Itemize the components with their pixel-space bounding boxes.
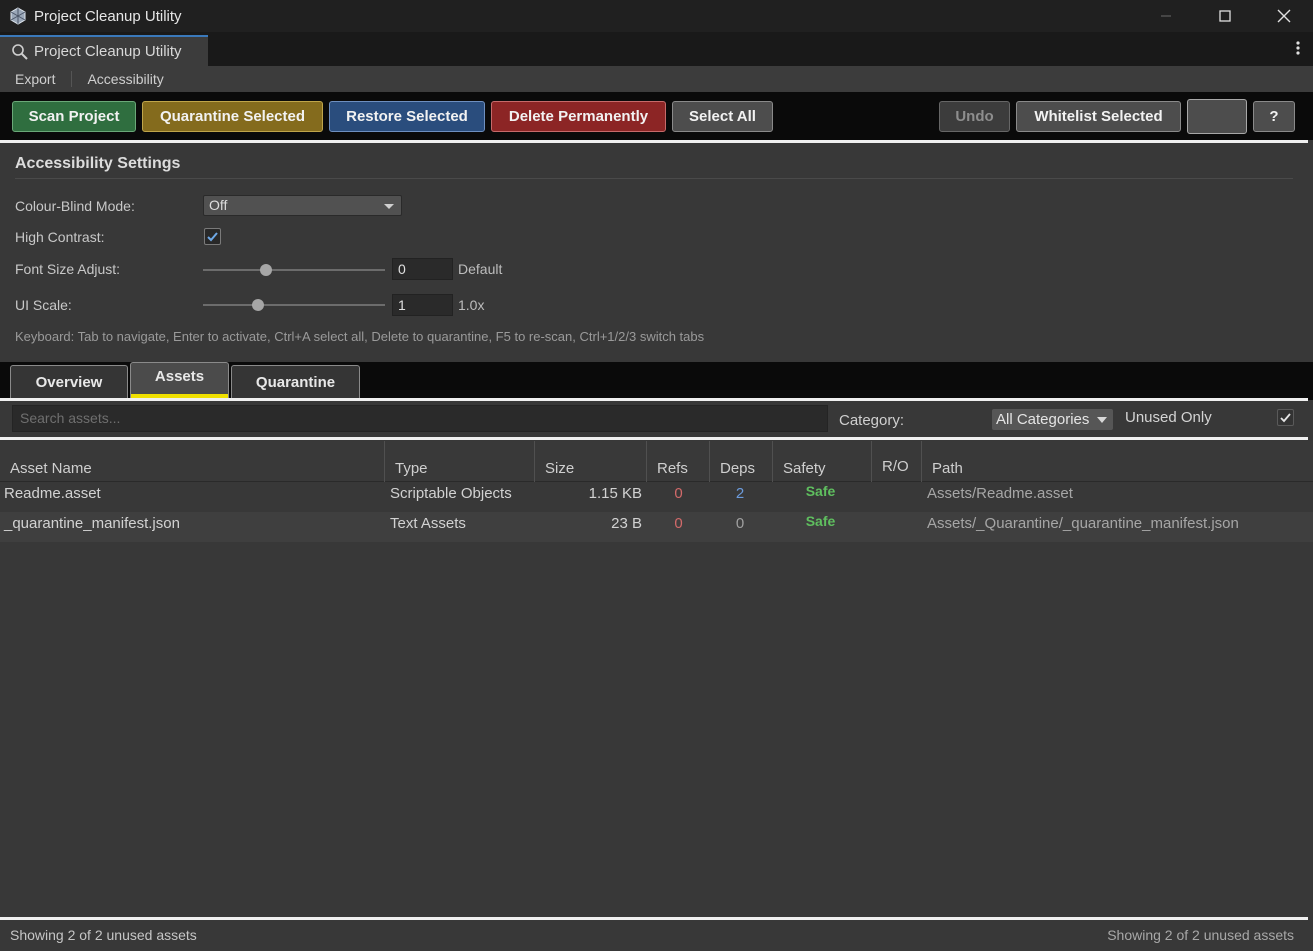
ui-scale-slider-thumb[interactable]: [252, 299, 264, 311]
table-row[interactable]: Readme.asset Scriptable Objects 1.15 KB …: [0, 482, 1313, 512]
checkmark-icon: [207, 232, 218, 242]
editor-tabstrip: Project Cleanup Utility: [0, 32, 1313, 66]
status-bar: Showing 2 of 2 unused assets Showing 2 o…: [0, 921, 1313, 951]
status-left: Showing 2 of 2 unused assets: [10, 927, 197, 943]
category-dropdown[interactable]: All Categories: [992, 409, 1113, 430]
column-asset-name[interactable]: Asset Name: [0, 441, 385, 482]
whitelist-selected-button[interactable]: Whitelist Selected: [1016, 101, 1181, 132]
status-right: Showing 2 of 2 unused assets: [1107, 927, 1294, 943]
cell-size: 1.15 KB: [588, 485, 642, 502]
column-path[interactable]: Path: [922, 441, 1313, 482]
cell-safety: Safe: [805, 483, 836, 499]
divider: [0, 437, 1308, 440]
select-all-button[interactable]: Select All: [672, 101, 773, 132]
more-options-icon[interactable]: [1296, 41, 1300, 58]
editor-tab[interactable]: Project Cleanup Utility: [0, 35, 208, 66]
asset-table-header: Asset Name Type Size Refs Deps Safety R/…: [0, 441, 1313, 482]
chevron-down-icon: [384, 204, 394, 209]
scan-project-button[interactable]: Scan Project: [12, 101, 136, 132]
divider: [0, 398, 1308, 401]
minimize-icon: [1160, 15, 1171, 17]
column-type[interactable]: Type: [385, 441, 535, 482]
colour-blind-value: Off: [209, 197, 228, 213]
cell-type: Scriptable Objects: [390, 485, 512, 502]
column-size[interactable]: Size: [535, 441, 647, 482]
font-size-label: Font Size Adjust:: [15, 261, 121, 277]
divider: [15, 178, 1293, 179]
column-deps[interactable]: Deps: [710, 441, 773, 482]
quarantine-selected-button[interactable]: Quarantine Selected: [142, 101, 323, 132]
editor-tab-label: Project Cleanup Utility: [34, 43, 182, 60]
filter-bar: Search assets... Category: All Categorie…: [0, 402, 1313, 438]
window-titlebar: Project Cleanup Utility: [0, 0, 1313, 32]
action-toolbar: Scan Project Quarantine Selected Restore…: [0, 92, 1313, 140]
search-icon: [11, 43, 29, 61]
menu-accessibility[interactable]: Accessibility: [71, 71, 179, 87]
keyboard-hint: Keyboard: Tab to navigate, Enter to acti…: [15, 329, 705, 344]
cell-type: Text Assets: [390, 515, 466, 532]
chevron-down-icon: [1097, 417, 1107, 423]
close-button[interactable]: [1254, 0, 1313, 32]
tab-assets[interactable]: Assets: [130, 362, 229, 398]
help-button[interactable]: ?: [1253, 101, 1295, 132]
cell-readonly: [872, 482, 922, 512]
close-icon: [1277, 9, 1290, 23]
column-readonly[interactable]: R/O: [872, 441, 922, 482]
ui-scale-label: UI Scale:: [15, 297, 72, 313]
cell-path: Assets/_Quarantine/_quarantine_manifest.…: [927, 515, 1239, 532]
cell-path: Assets/Readme.asset: [927, 485, 1073, 502]
font-size-slider-thumb[interactable]: [260, 264, 272, 276]
tab-assets-label: Assets: [154, 368, 205, 385]
high-contrast-label: High Contrast:: [15, 229, 105, 245]
minimize-button[interactable]: [1136, 0, 1195, 32]
cell-asset-name: Readme.asset: [4, 485, 101, 502]
panel-tabs: Overview Assets Quarantine: [0, 362, 1313, 400]
cell-refs: 0: [674, 485, 683, 502]
colour-blind-label: Colour-Blind Mode:: [15, 198, 135, 214]
category-value: All Categories: [996, 411, 1090, 428]
cell-deps: 0: [735, 515, 745, 532]
cell-deps: 2: [735, 485, 745, 502]
window-title: Project Cleanup Utility: [34, 7, 182, 25]
delete-permanently-button[interactable]: Delete Permanently: [491, 101, 666, 132]
cell-readonly: [872, 512, 922, 542]
cell-safety: Safe: [805, 513, 836, 529]
column-safety[interactable]: Safety: [773, 441, 872, 482]
divider: [0, 917, 1308, 920]
maximize-button[interactable]: [1195, 0, 1254, 32]
menu-bar: Export Accessibility: [0, 66, 1313, 92]
table-empty-area: [0, 542, 1313, 918]
app-icon: [9, 7, 27, 25]
cell-asset-name: _quarantine_manifest.json: [4, 515, 180, 532]
undo-button[interactable]: Undo: [939, 101, 1010, 132]
maximize-icon: [1218, 10, 1231, 22]
font-size-field[interactable]: 0: [392, 258, 453, 280]
tab-quarantine[interactable]: Quarantine: [231, 365, 360, 398]
ui-scale-slider[interactable]: [203, 304, 385, 306]
accessibility-title: Accessibility Settings: [15, 155, 181, 172]
column-refs[interactable]: Refs: [647, 441, 710, 482]
menu-export[interactable]: Export: [0, 71, 71, 87]
category-label: Category:: [839, 412, 905, 429]
table-row[interactable]: _quarantine_manifest.json Text Assets 23…: [0, 512, 1313, 542]
cell-size: 23 B: [611, 515, 642, 532]
accessibility-settings-panel: Accessibility Settings Colour-Blind Mode…: [0, 143, 1313, 362]
ui-scale-field[interactable]: 1: [392, 294, 453, 316]
unused-only-label: Unused Only: [1125, 409, 1212, 426]
restore-selected-button[interactable]: Restore Selected: [329, 101, 485, 132]
search-input[interactable]: Search assets...: [12, 405, 828, 432]
blank-button[interactable]: [1187, 99, 1247, 134]
font-size-slider[interactable]: [203, 269, 385, 271]
tab-overview[interactable]: Overview: [10, 365, 128, 398]
checkmark-icon: [1280, 413, 1291, 423]
unused-only-checkbox[interactable]: [1277, 409, 1294, 426]
cell-refs: 0: [674, 515, 683, 532]
font-size-suffix: Default: [458, 261, 503, 277]
ui-scale-suffix: 1.0x: [458, 297, 485, 313]
high-contrast-checkbox[interactable]: [204, 228, 221, 245]
colour-blind-dropdown[interactable]: Off: [203, 195, 402, 216]
